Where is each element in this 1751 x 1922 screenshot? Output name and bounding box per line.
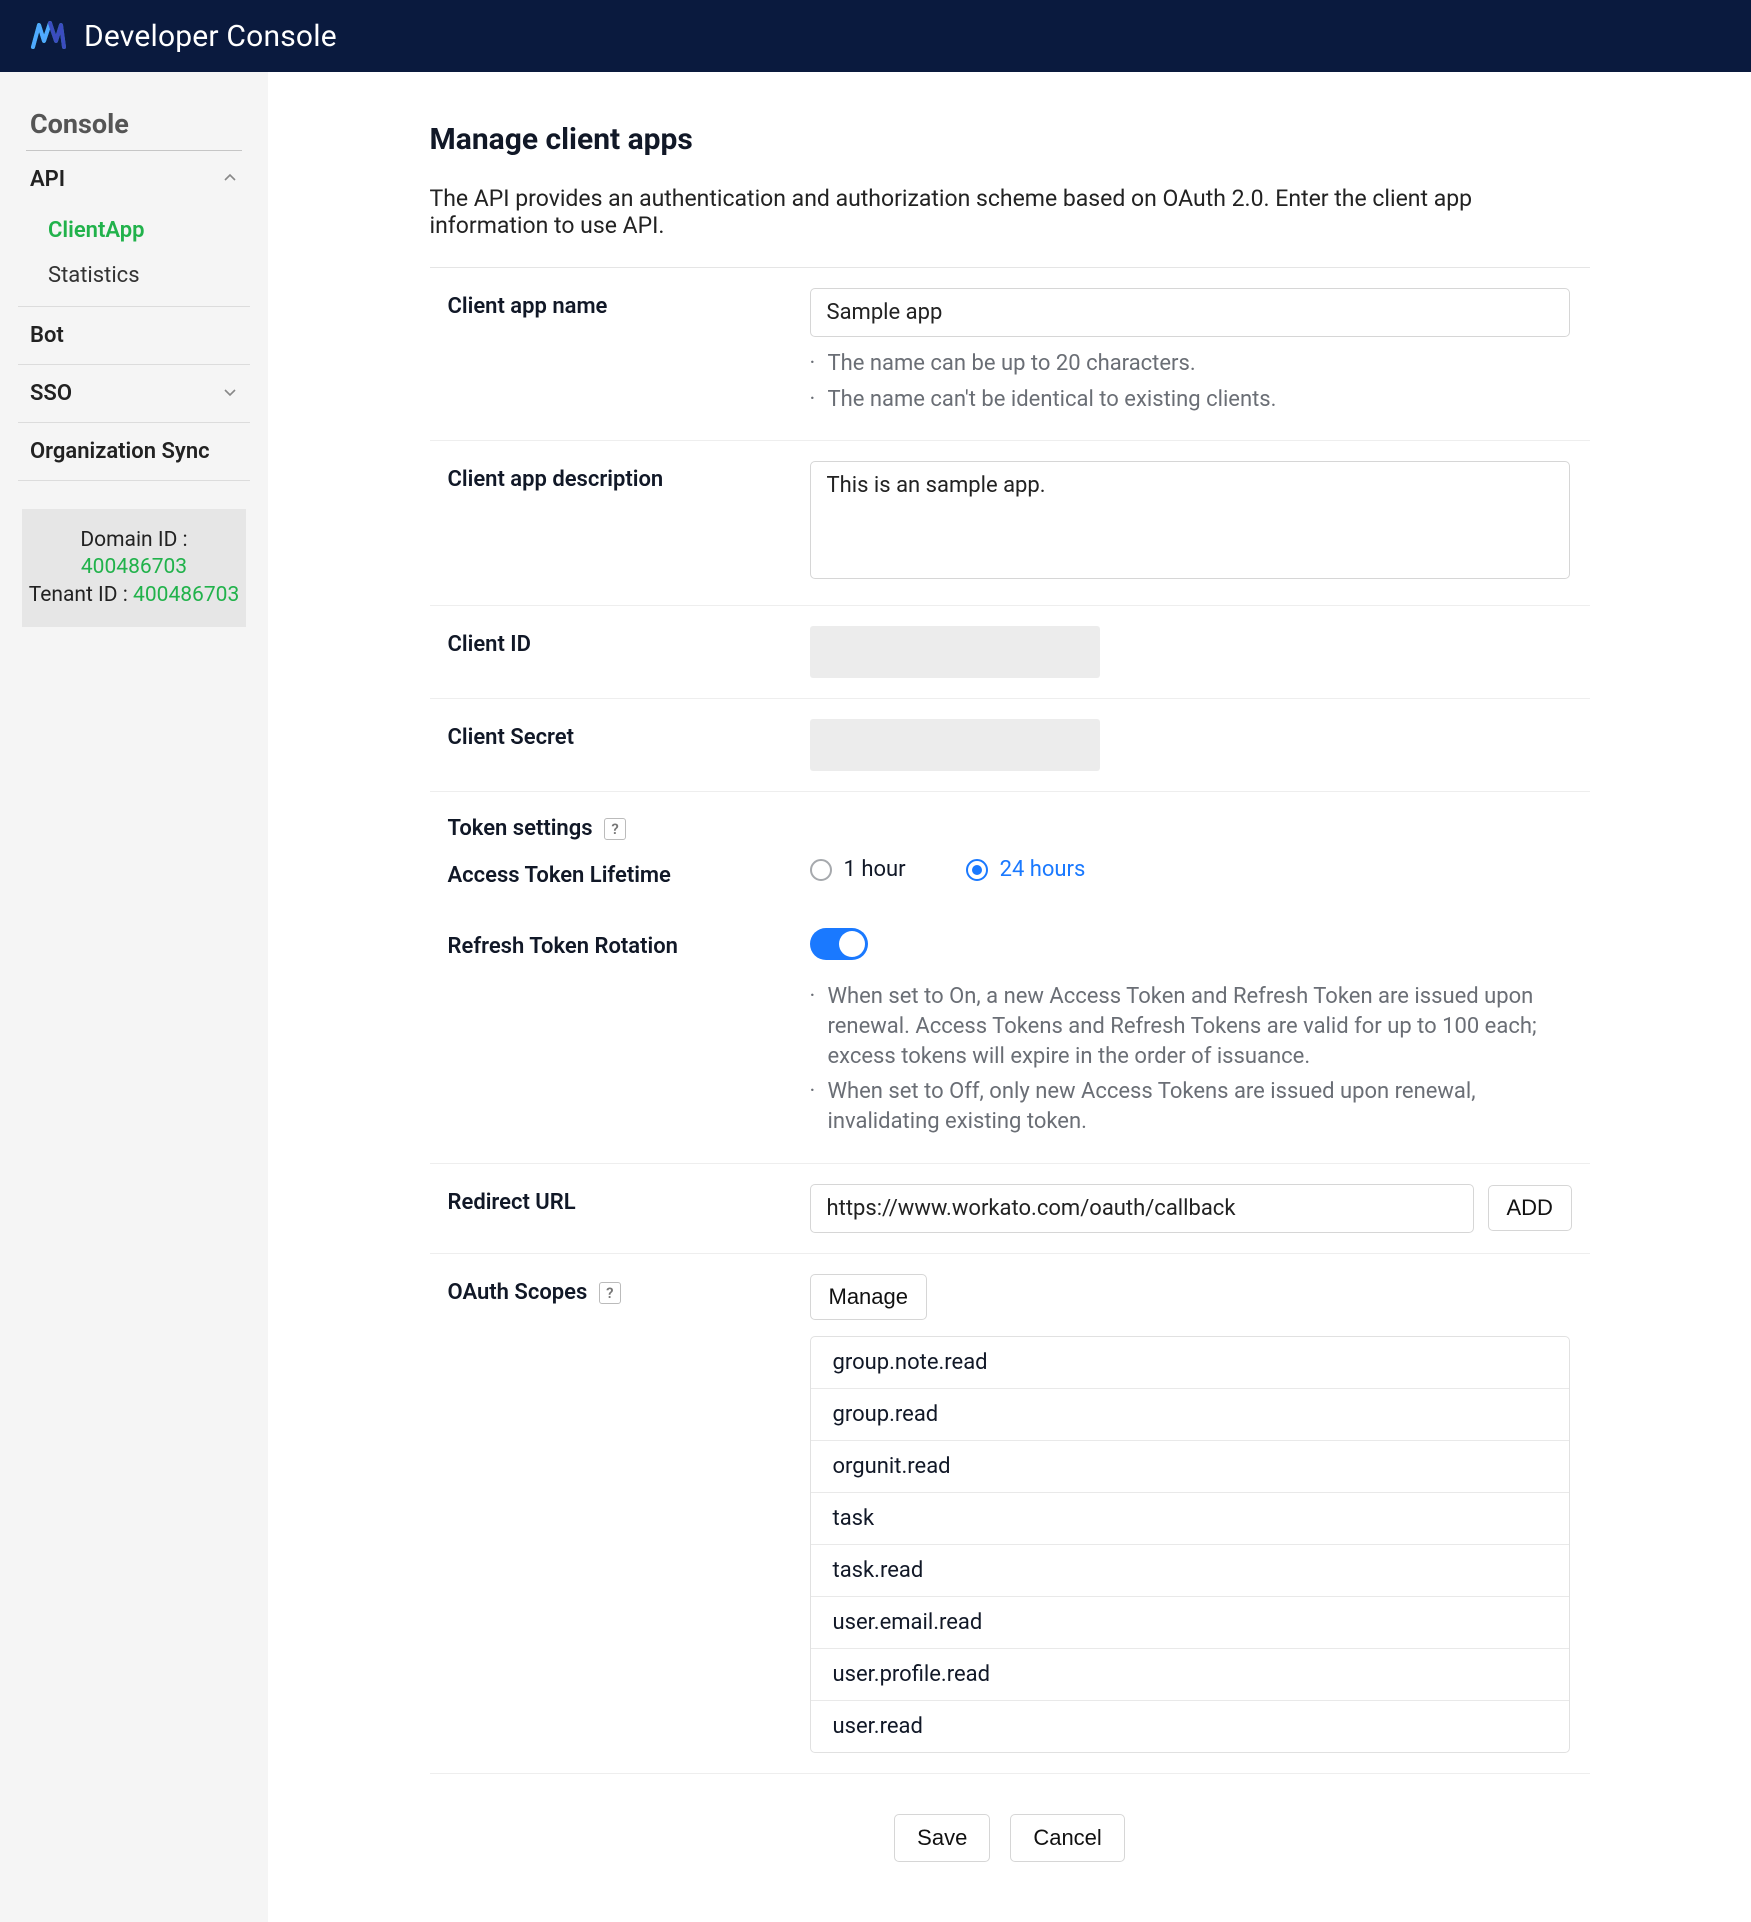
input-client-app-name[interactable]	[810, 288, 1570, 337]
nav-header-bot[interactable]: Bot	[18, 307, 250, 364]
toggle-knob-icon	[839, 931, 865, 957]
hint-rotation-off: When set to Off, only new Access Tokens …	[810, 1077, 1550, 1136]
row-client-app-desc: Client app description This is an sample…	[430, 441, 1590, 606]
label-oauth-scopes-text: OAuth Scopes	[448, 1280, 588, 1305]
label-oauth-scopes: OAuth Scopes ?	[430, 1274, 810, 1753]
hint-name-1: The name can be up to 20 characters.	[810, 349, 1550, 379]
label-client-secret: Client Secret	[430, 719, 810, 771]
hint-name-2: The name can't be identical to existing …	[810, 385, 1550, 415]
input-client-app-desc[interactable]: This is an sample app.	[810, 461, 1570, 579]
nav-label: Organization Sync	[30, 439, 210, 464]
row-redirect-url: Redirect URL ADD	[430, 1164, 1590, 1254]
label-client-id: Client ID	[430, 626, 810, 678]
sidebar-heading: Console	[30, 108, 242, 140]
radio-1-hour[interactable]: 1 hour	[810, 857, 906, 882]
scope-item: task	[811, 1493, 1569, 1545]
scope-item: user.email.read	[811, 1597, 1569, 1649]
hint-rotation-on: When set to On, a new Access Token and R…	[810, 982, 1550, 1071]
row-oauth-scopes: OAuth Scopes ? Manage group.note.read gr…	[430, 1254, 1590, 1774]
nav-header-api[interactable]: API	[18, 151, 250, 208]
row-token-settings: Token settings ?	[430, 792, 1590, 851]
nav-label: API	[30, 167, 65, 192]
scope-item: task.read	[811, 1545, 1569, 1597]
nav-item-statistics[interactable]: Statistics	[18, 253, 250, 298]
help-icon[interactable]: ?	[599, 1282, 621, 1304]
radio-dot-icon	[966, 859, 988, 881]
label-client-app-name: Client app name	[430, 288, 810, 420]
label-refresh-token-rotation: Refresh Token Rotation	[430, 928, 810, 1142]
value-client-secret	[810, 719, 1100, 771]
nav-header-sso[interactable]: SSO	[18, 365, 250, 422]
scope-item: group.note.read	[811, 1337, 1569, 1389]
scope-item: group.read	[811, 1389, 1569, 1441]
nav-group-orgsync: Organization Sync	[18, 423, 250, 481]
nav-group-sso: SSO	[18, 365, 250, 423]
domain-id-value: 400486703	[81, 555, 187, 579]
nav-group-api: API ClientApp Statistics	[18, 151, 250, 307]
row-client-app-name: Client app name The name can be up to 20…	[430, 268, 1590, 441]
help-icon[interactable]: ?	[604, 818, 626, 840]
tenant-info-box: Domain ID : 400486703 Tenant ID : 400486…	[22, 509, 246, 627]
toggle-refresh-rotation[interactable]	[810, 928, 868, 960]
tenant-id-value: 400486703	[133, 583, 239, 607]
scope-item: orgunit.read	[811, 1441, 1569, 1493]
input-redirect-url[interactable]	[810, 1184, 1474, 1233]
nav-header-orgsync[interactable]: Organization Sync	[18, 423, 250, 480]
nav-label: Bot	[30, 323, 64, 348]
label-token-settings: Token settings ?	[430, 816, 810, 841]
label-client-app-desc: Client app description	[430, 461, 810, 585]
radio-label: 24 hours	[1000, 857, 1086, 882]
row-client-id: Client ID	[430, 606, 1590, 699]
cancel-button[interactable]: Cancel	[1010, 1814, 1124, 1862]
page-description: The API provides an authentication and a…	[430, 185, 1590, 239]
save-button[interactable]: Save	[894, 1814, 990, 1862]
chevron-up-icon	[222, 167, 238, 192]
label-access-token-lifetime: Access Token Lifetime	[430, 857, 810, 888]
label-token-settings-text: Token settings	[448, 816, 593, 841]
label-redirect-url: Redirect URL	[430, 1184, 810, 1233]
manage-scopes-button[interactable]: Manage	[810, 1274, 928, 1320]
top-bar: Developer Console	[0, 0, 1751, 72]
app-logo-icon	[30, 19, 66, 53]
radio-label: 1 hour	[844, 857, 906, 882]
domain-id-label: Domain ID :	[80, 528, 187, 552]
page-title: Manage client apps	[430, 122, 1590, 157]
chevron-down-icon	[222, 381, 238, 406]
form-actions: Save Cancel	[430, 1774, 1590, 1862]
row-access-token-lifetime: Access Token Lifetime 1 hour 24 hours	[430, 851, 1590, 908]
row-client-secret: Client Secret	[430, 699, 1590, 792]
scope-item: user.read	[811, 1701, 1569, 1752]
main-content: Manage client apps The API provides an a…	[268, 72, 1751, 1922]
add-redirect-button[interactable]: ADD	[1488, 1185, 1572, 1231]
value-client-id	[810, 626, 1100, 678]
nav-label: SSO	[30, 381, 72, 406]
app-title: Developer Console	[84, 19, 337, 54]
nav-item-clientapp[interactable]: ClientApp	[18, 208, 250, 253]
radio-dot-icon	[810, 859, 832, 881]
sidebar: Console API ClientApp Statistics Bot	[0, 72, 268, 1922]
radio-24-hours[interactable]: 24 hours	[966, 857, 1086, 882]
scopes-list: group.note.read group.read orgunit.read …	[810, 1336, 1570, 1753]
row-refresh-token-rotation: Refresh Token Rotation When set to On, a…	[430, 908, 1590, 1163]
scope-item: user.profile.read	[811, 1649, 1569, 1701]
tenant-id-label: Tenant ID :	[29, 583, 133, 607]
nav-group-bot: Bot	[18, 307, 250, 365]
